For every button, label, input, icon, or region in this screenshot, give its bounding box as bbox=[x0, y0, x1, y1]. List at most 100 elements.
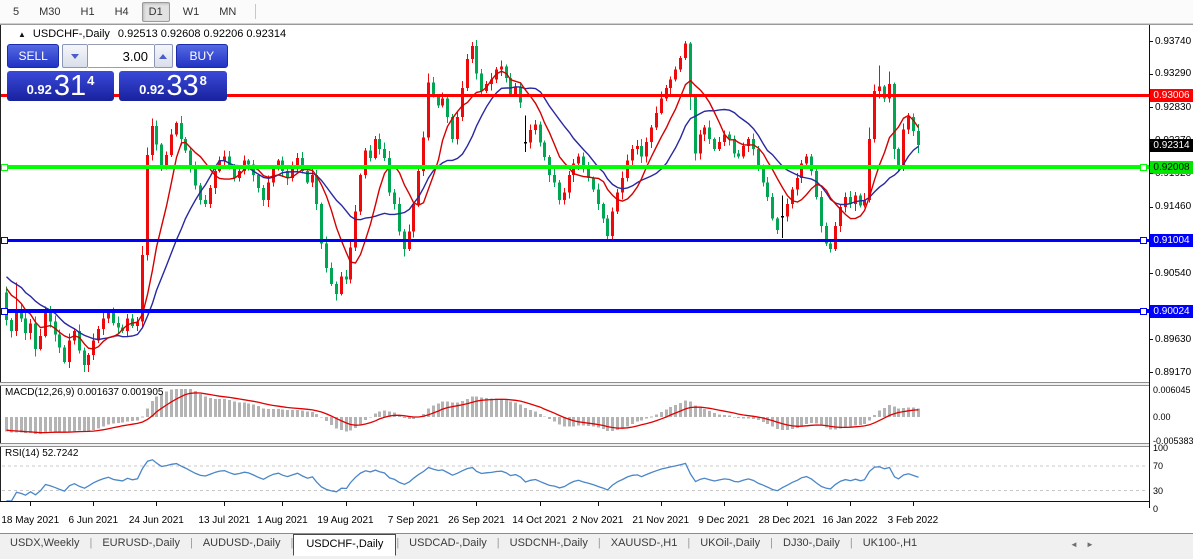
rsi-axis-label: 30 bbox=[1153, 486, 1163, 496]
tab-scroll-left-icon[interactable]: ◄ bbox=[1070, 540, 1078, 549]
price-tick-label: 0.93740 bbox=[1155, 36, 1191, 47]
timeframe-button-d1[interactable]: D1 bbox=[142, 2, 170, 22]
time-tick-label: 1 Aug 2021 bbox=[257, 515, 308, 526]
price-tick-mark bbox=[1149, 339, 1153, 340]
volume-decrease-button[interactable] bbox=[62, 44, 88, 68]
rsi-axis-label: 100 bbox=[1153, 443, 1168, 453]
price-level-badge: 0.93006 bbox=[1150, 89, 1193, 102]
price-tick-label: 0.92830 bbox=[1155, 102, 1191, 113]
sell-button[interactable]: SELL bbox=[7, 44, 59, 68]
price-tick-mark bbox=[1149, 173, 1153, 174]
tab-scroll-right-icon[interactable]: ► bbox=[1086, 540, 1094, 549]
chart-tab-dj30-daily[interactable]: DJ30-,Daily bbox=[773, 534, 850, 553]
price-macd-pane-separator[interactable] bbox=[0, 382, 1193, 386]
buy-price-main: 33 bbox=[164, 73, 199, 101]
buy-button[interactable]: BUY bbox=[176, 44, 228, 68]
macd-rsi-pane-separator[interactable] bbox=[0, 443, 1193, 447]
time-tick-mark bbox=[156, 502, 157, 506]
time-tick-mark bbox=[540, 502, 541, 506]
time-tick-mark bbox=[913, 502, 914, 506]
rsi-indicator-label: RSI(14) 52.7242 bbox=[5, 448, 78, 459]
time-tick-label: 6 Jun 2021 bbox=[69, 515, 119, 526]
sell-price-pipette: 4 bbox=[87, 71, 94, 88]
time-tick-label: 3 Feb 2022 bbox=[888, 515, 939, 526]
price-level-badge: 0.90024 bbox=[1150, 305, 1193, 318]
price-tick-label: 0.89630 bbox=[1155, 334, 1191, 345]
timeframe-button-mn[interactable]: MN bbox=[212, 2, 243, 22]
triangle-down-icon bbox=[71, 54, 79, 59]
trading-terminal-window: 5 M30 H1 H4 D1 W1MN MACD(12,26,9) 0.001637 0.… bbox=[0, 0, 1193, 559]
time-tick-label: 16 Jan 2022 bbox=[822, 515, 877, 526]
horizontal-line-0.92008[interactable] bbox=[1, 165, 1149, 169]
chart-tab-usdcad-daily[interactable]: USDCAD-,Daily bbox=[399, 534, 497, 553]
price-level-badge: 0.92314 bbox=[1150, 139, 1193, 152]
macd-values: 0.001637 0.001905 bbox=[77, 387, 163, 398]
time-tick-mark bbox=[413, 502, 414, 506]
price-tick-mark bbox=[1149, 207, 1153, 208]
sell-price-box[interactable]: 0.92 31 4 bbox=[7, 71, 114, 101]
timeframe-button-h1[interactable]: H1 bbox=[74, 2, 102, 22]
buy-price-pipette: 8 bbox=[200, 71, 207, 88]
one-click-trading-panel: SELL BUY 0.92 31 4 0.92 33 8 bbox=[7, 44, 228, 101]
chart-tab-audusd-daily[interactable]: AUDUSD-,Daily bbox=[193, 534, 291, 553]
buy-price-prefix: 0.92 bbox=[139, 82, 164, 101]
time-tick-mark bbox=[850, 502, 851, 506]
price-tick-mark bbox=[1149, 273, 1153, 274]
time-tick-label: 14 Oct 2021 bbox=[512, 515, 566, 526]
timeframe-button-m30[interactable]: M30 bbox=[32, 2, 67, 22]
price-level-badge: 0.92008 bbox=[1150, 161, 1193, 174]
price-tick-mark bbox=[1149, 74, 1153, 75]
macd-indicator-label: MACD(12,26,9) 0.001637 0.001905 bbox=[5, 387, 163, 398]
chart-tab-xauusd-h1[interactable]: XAUUSD-,H1 bbox=[601, 534, 688, 553]
time-tick-label: 26 Sep 2021 bbox=[448, 515, 505, 526]
time-tick-mark bbox=[598, 502, 599, 506]
volume-input[interactable] bbox=[88, 44, 154, 68]
chart-tab-eurusd-daily[interactable]: EURUSD-,Daily bbox=[92, 534, 190, 553]
trade-panel-price-row: 0.92 31 4 0.92 33 8 bbox=[7, 71, 228, 101]
time-tick-label: 28 Dec 2021 bbox=[758, 515, 815, 526]
macd-axis-label: 0.00 bbox=[1153, 412, 1171, 422]
time-tick-mark bbox=[30, 502, 31, 506]
volume-increase-button[interactable] bbox=[154, 44, 173, 68]
time-tick-label: 13 Jul 2021 bbox=[198, 515, 250, 526]
chart-tab-bar: USDX,Weekly|EURUSD-,Daily|AUDUSD-,Daily|… bbox=[0, 533, 1193, 559]
price-tick-label: 0.91460 bbox=[1155, 201, 1191, 212]
line-selection-handle[interactable] bbox=[1, 164, 8, 171]
line-selection-handle[interactable] bbox=[1, 237, 8, 244]
price-tick-label: 0.93290 bbox=[1155, 68, 1191, 79]
price-tick-mark bbox=[1149, 41, 1153, 42]
time-tick-mark bbox=[224, 502, 225, 506]
price-level-badge: 0.91004 bbox=[1150, 234, 1193, 247]
chart-tab-uk100-h1[interactable]: UK100-,H1 bbox=[853, 534, 927, 553]
chart-tab-ukoil-daily[interactable]: UKOil-,Daily bbox=[690, 534, 770, 553]
time-tick-mark bbox=[282, 502, 283, 506]
chart-tab-usdcnh-daily[interactable]: USDCNH-,Daily bbox=[500, 534, 598, 553]
triangle-up-icon bbox=[159, 54, 167, 59]
line-selection-handle[interactable] bbox=[1140, 164, 1147, 171]
line-selection-handle[interactable] bbox=[1140, 308, 1147, 315]
horizontal-line-0.91004[interactable] bbox=[1, 239, 1149, 242]
time-tick-label: 24 Jun 2021 bbox=[129, 515, 184, 526]
chart-tab-usdx-weekly[interactable]: USDX,Weekly bbox=[0, 534, 89, 553]
line-selection-handle[interactable] bbox=[1140, 237, 1147, 244]
time-tick-label: 18 May 2021 bbox=[1, 515, 59, 526]
sell-price-prefix: 0.92 bbox=[27, 82, 52, 101]
timeframe-button-h4[interactable]: H4 bbox=[108, 2, 136, 22]
horizontal-line-0.90024[interactable] bbox=[1, 309, 1149, 313]
time-tick-mark bbox=[787, 502, 788, 506]
time-tick-mark bbox=[346, 502, 347, 506]
buy-price-box[interactable]: 0.92 33 8 bbox=[119, 71, 227, 101]
price-tick-label: 0.90540 bbox=[1155, 268, 1191, 279]
macd-label: MACD(12,26,9) bbox=[5, 387, 74, 398]
timeframe-button-w1[interactable]: W1 bbox=[176, 2, 207, 22]
time-tick-label: 21 Nov 2021 bbox=[632, 515, 689, 526]
timeframe-button-5[interactable]: 5 bbox=[6, 2, 26, 22]
time-tick-label: 2 Nov 2021 bbox=[572, 515, 623, 526]
rsi-axis-label: 0 bbox=[1153, 504, 1158, 514]
chart-ohlc-values: 0.92513 0.92608 0.92206 0.92314 bbox=[118, 28, 286, 40]
chart-tab-usdchf-daily[interactable]: USDCHF-,Daily bbox=[293, 534, 396, 556]
macd-axis-label: 0.006045 bbox=[1153, 385, 1191, 395]
line-selection-handle[interactable] bbox=[1, 308, 8, 315]
time-tick-mark bbox=[724, 502, 725, 506]
one-click-panel-toggle-icon[interactable]: ▲ bbox=[18, 30, 26, 39]
